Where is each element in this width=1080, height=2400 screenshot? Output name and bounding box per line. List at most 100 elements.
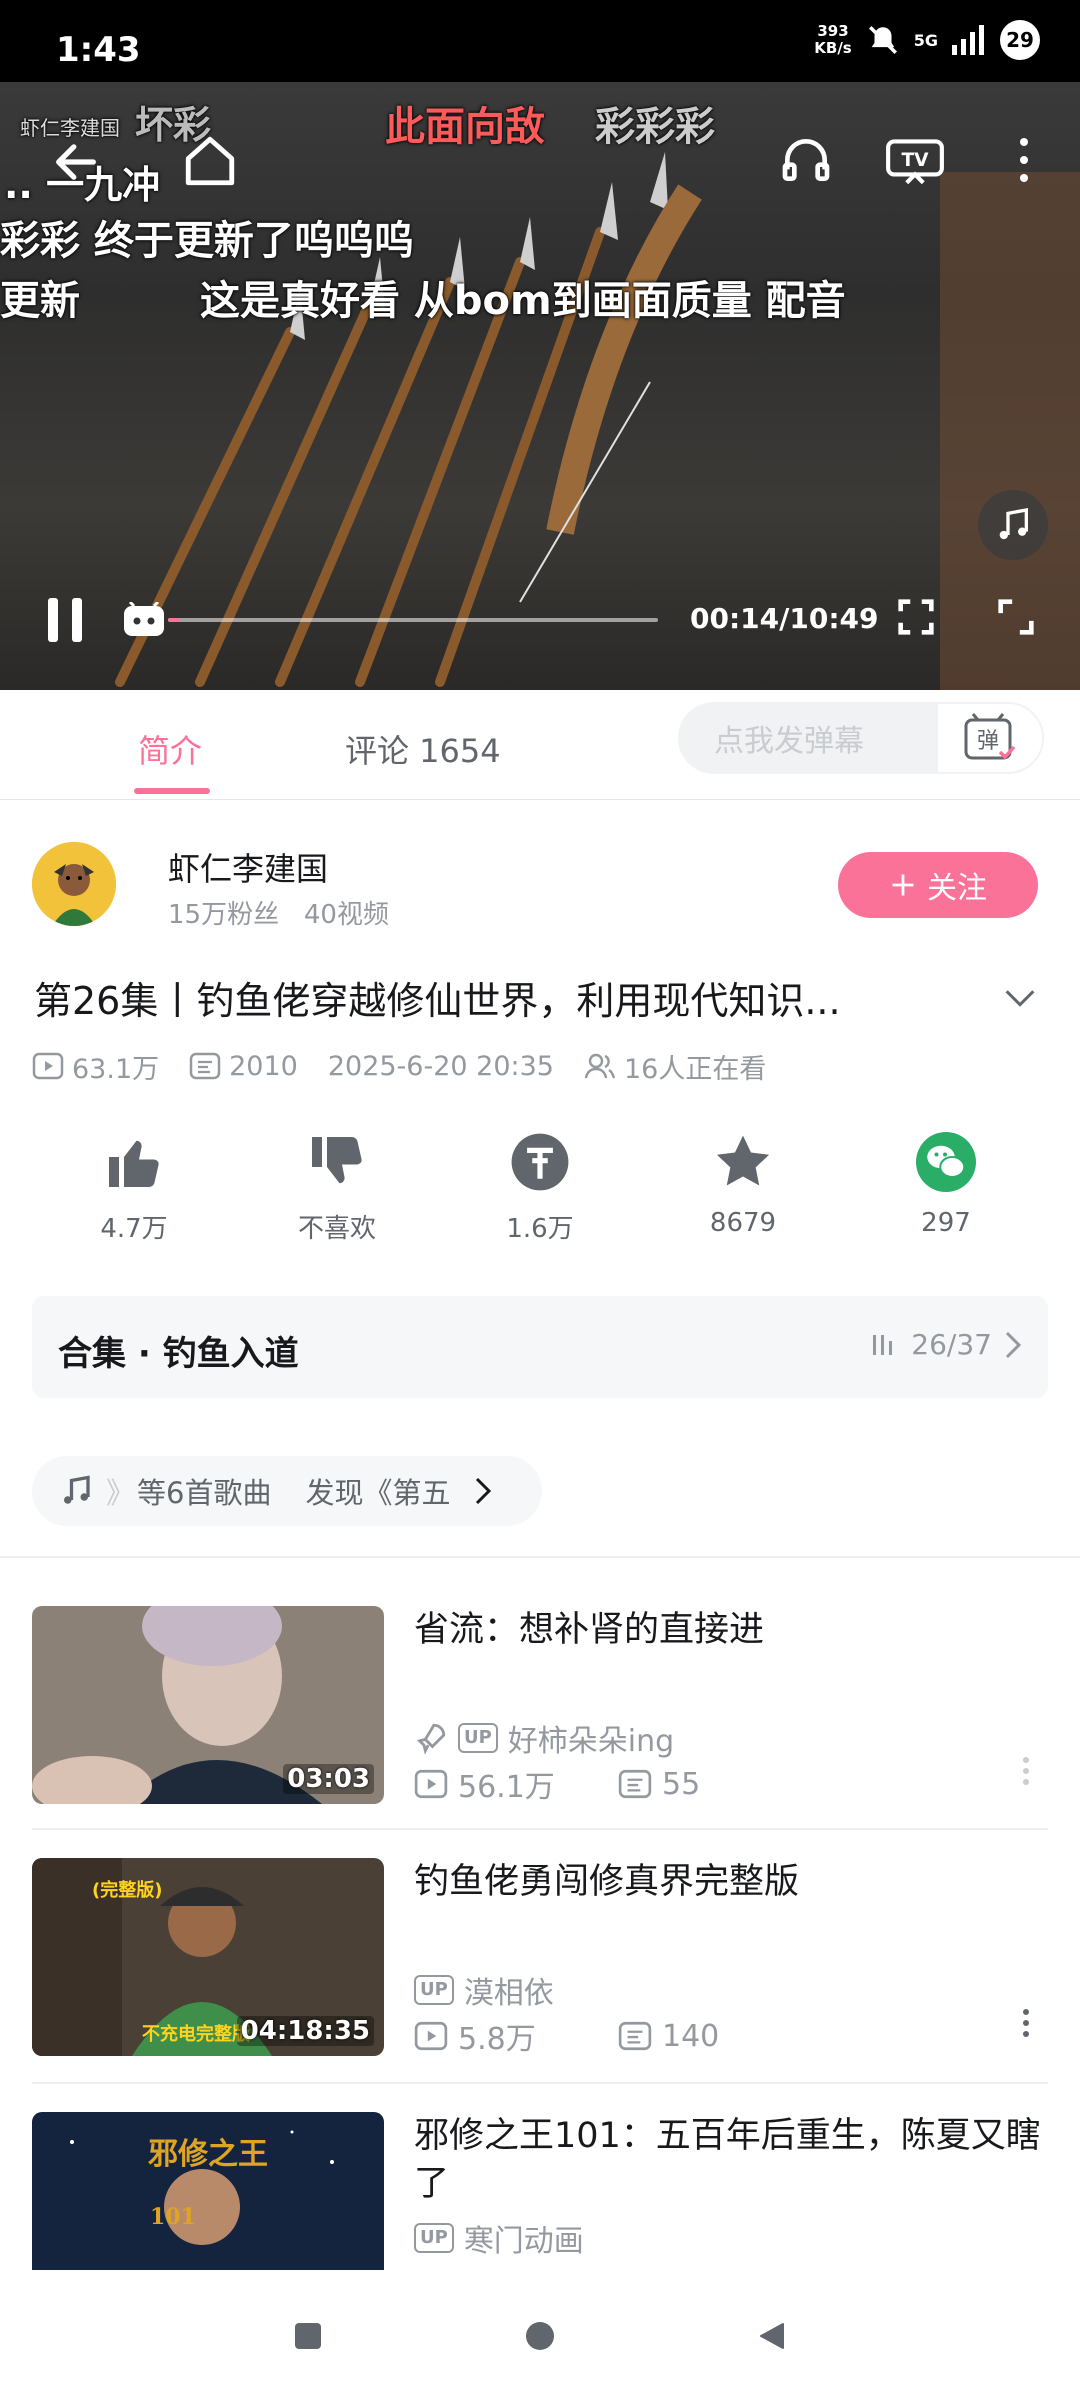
home-icon[interactable]	[175, 126, 245, 196]
video-thumbnail[interactable]: 03:03	[32, 1606, 384, 1804]
thumbs-down-icon	[312, 1137, 362, 1184]
danmaku-comment: 更新	[0, 278, 80, 324]
home-nav-icon[interactable]	[512, 2308, 568, 2364]
video-player[interactable]: 虾仁李建国 坏彩 此面向敌 彩彩彩 .. 一九冲 彩彩 终于更新了呜呜呜 更新 …	[0, 82, 1080, 690]
headphones-icon[interactable]	[772, 126, 840, 194]
recents-icon[interactable]	[280, 2308, 336, 2364]
play-count-icon	[414, 2021, 448, 2051]
video-duration: 04:18:35	[236, 2016, 374, 2046]
progress-fill	[168, 618, 179, 622]
video-title: 邪修之王101：五百年后重生，陈夏又瞎了	[414, 2116, 1041, 2204]
play-count-icon	[414, 1769, 448, 1799]
plus-icon	[892, 874, 914, 896]
system-navigation-bar	[0, 2270, 1080, 2400]
more-vertical-icon[interactable]	[1022, 1756, 1042, 1796]
svg-text:弹: 弹	[977, 729, 999, 754]
network-type: 5G	[913, 30, 938, 50]
list-item[interactable]: 邪修之王 101 邪修之王101：五百年后重生，陈夏又瞎了 UP 寒门动画	[32, 2112, 1048, 2270]
like-button[interactable]: 4.7万	[54, 1130, 214, 1245]
player-controls: 00:14/10:49	[0, 572, 1080, 672]
watching-count: 16人正在看	[584, 1047, 766, 1086]
danmaku-input[interactable]: 点我发弹幕	[678, 702, 936, 774]
music-discovery[interactable]: 》 等6首歌曲 发现《第五	[32, 1456, 542, 1526]
status-bar: 1:43 393 KB/s 5G 29	[0, 0, 1080, 82]
rocket-icon	[416, 1723, 446, 1755]
danmaku-toggle-button[interactable]: 弹	[936, 702, 1044, 774]
svg-text:TV: TV	[901, 150, 929, 171]
favorite-button[interactable]: 8679	[663, 1130, 823, 1238]
collection-progress: 26/37	[871, 1328, 1024, 1361]
video-thumbnail[interactable]: 邪修之王 101	[32, 2112, 384, 2270]
progress-bar[interactable]	[168, 618, 658, 622]
collection-card[interactable]: 合集 · 钓鱼入道 26/37	[32, 1296, 1048, 1398]
list-item[interactable]: (完整版) 不充电完整版 04:18:35 钓鱼佬勇闯修真界完整版 UP 漠相依 …	[32, 1858, 1048, 2058]
thumbs-up-icon	[109, 1140, 159, 1187]
fullscreen-vertical-icon[interactable]	[893, 594, 943, 644]
back-nav-icon[interactable]	[744, 2308, 800, 2364]
video-title: 钓鱼佬勇闯修真界完整版	[414, 1862, 800, 1902]
status-time: 1:43	[56, 30, 141, 70]
uploader-info: 虾仁李建国 15万粉丝 40视频 关注	[0, 820, 1080, 940]
follow-button[interactable]: 关注	[838, 852, 1038, 918]
signal-icon	[952, 25, 984, 55]
progress-thumb-icon[interactable]	[122, 600, 166, 638]
battery-indicator: 29	[1000, 20, 1040, 60]
action-bar: 4.7万 不喜欢 1.6万 8679 297	[0, 1130, 1080, 1260]
uploader[interactable]: UP 寒门动画	[414, 2216, 584, 2260]
view-count: 63.1万	[32, 1047, 159, 1086]
music-note-icon	[64, 1475, 90, 1504]
up-badge: UP	[414, 1975, 454, 2005]
danmaku-comment: 彩彩 终于更新了呜呜呜	[0, 218, 414, 264]
status-icons: 393 KB/s 5G 29	[814, 20, 1040, 60]
svg-text:101: 101	[150, 2204, 196, 2230]
video-meta: 63.1万 2010 2025-6-20 20:35 16人正在看	[32, 1046, 796, 1086]
danmaku-count-icon	[189, 1052, 221, 1080]
playlist-bars-icon	[873, 1334, 893, 1355]
list-item[interactable]: 03:03 省流：想补肾的直接进 UP 好柿朵朵ing 56.1万 55	[32, 1606, 1048, 1806]
danmaku-comment: 彩彩彩	[595, 104, 715, 150]
divider	[32, 2082, 1048, 2084]
up-badge: UP	[414, 2223, 454, 2253]
uploader[interactable]: UP 漠相依	[414, 1968, 554, 2012]
dislike-button[interactable]: 不喜欢	[257, 1130, 417, 1245]
back-arrow-icon[interactable]	[44, 130, 108, 194]
danmaku-comment: 这是真好看 从bom到画面质量 配音	[200, 278, 846, 324]
danmaku-icon: 弹	[964, 713, 1016, 760]
coin-icon	[511, 1133, 569, 1191]
star-icon	[716, 1135, 770, 1186]
video-thumbnail[interactable]: (完整版) 不充电完整版 04:18:35	[32, 1858, 384, 2056]
collection-title: 合集 · 钓鱼入道	[58, 1334, 299, 1374]
uploader[interactable]: UP 好柿朵朵ing	[414, 1716, 674, 1760]
publish-date: 2025-6-20 20:35	[327, 1050, 554, 1082]
tv-cast-icon[interactable]: TV	[880, 128, 950, 192]
time-display: 00:14/10:49	[690, 602, 879, 635]
danmaku-comment: 此面向敌	[385, 104, 545, 150]
video-title[interactable]: 第26集丨钓鱼佬穿越修仙世界，利用现代知识...	[34, 970, 974, 1025]
svg-text:不充电完整版: 不充电完整版	[142, 2023, 250, 2045]
tab-intro[interactable]: 简介	[138, 726, 202, 772]
danmaku-count: 2010	[189, 1051, 298, 1082]
share-wechat-button[interactable]: 297	[866, 1130, 1026, 1238]
detail-tabs: 简介 评论 1654 点我发弹幕 弹	[0, 690, 1080, 800]
more-vertical-icon[interactable]	[1004, 128, 1044, 192]
video-stats: 56.1万 55	[414, 1762, 700, 1806]
chevron-right-icon	[1005, 1331, 1022, 1358]
svg-text:邪修之王: 邪修之王	[148, 2137, 268, 2172]
play-count-icon	[32, 1052, 64, 1080]
divider	[32, 1828, 1048, 1830]
chevron-right-icon	[476, 1477, 492, 1505]
coin-button[interactable]: 1.6万	[460, 1130, 620, 1245]
danmaku-count-icon	[618, 2021, 652, 2051]
pause-icon[interactable]	[40, 592, 90, 648]
uploader-stats: 15万粉丝 40视频	[168, 900, 389, 930]
chevron-down-icon[interactable]	[1000, 978, 1040, 1018]
fullscreen-icon[interactable]	[993, 594, 1043, 644]
avatar[interactable]	[32, 842, 116, 926]
video-title: 省流：想补肾的直接进	[414, 1610, 765, 1650]
music-note-icon[interactable]	[978, 490, 1048, 560]
uploader-name[interactable]: 虾仁李建国	[168, 844, 328, 890]
wechat-icon	[916, 1132, 976, 1192]
more-vertical-icon[interactable]	[1022, 2008, 1042, 2048]
tab-comments[interactable]: 评论 1654	[345, 726, 501, 772]
divider	[0, 1556, 1080, 1558]
